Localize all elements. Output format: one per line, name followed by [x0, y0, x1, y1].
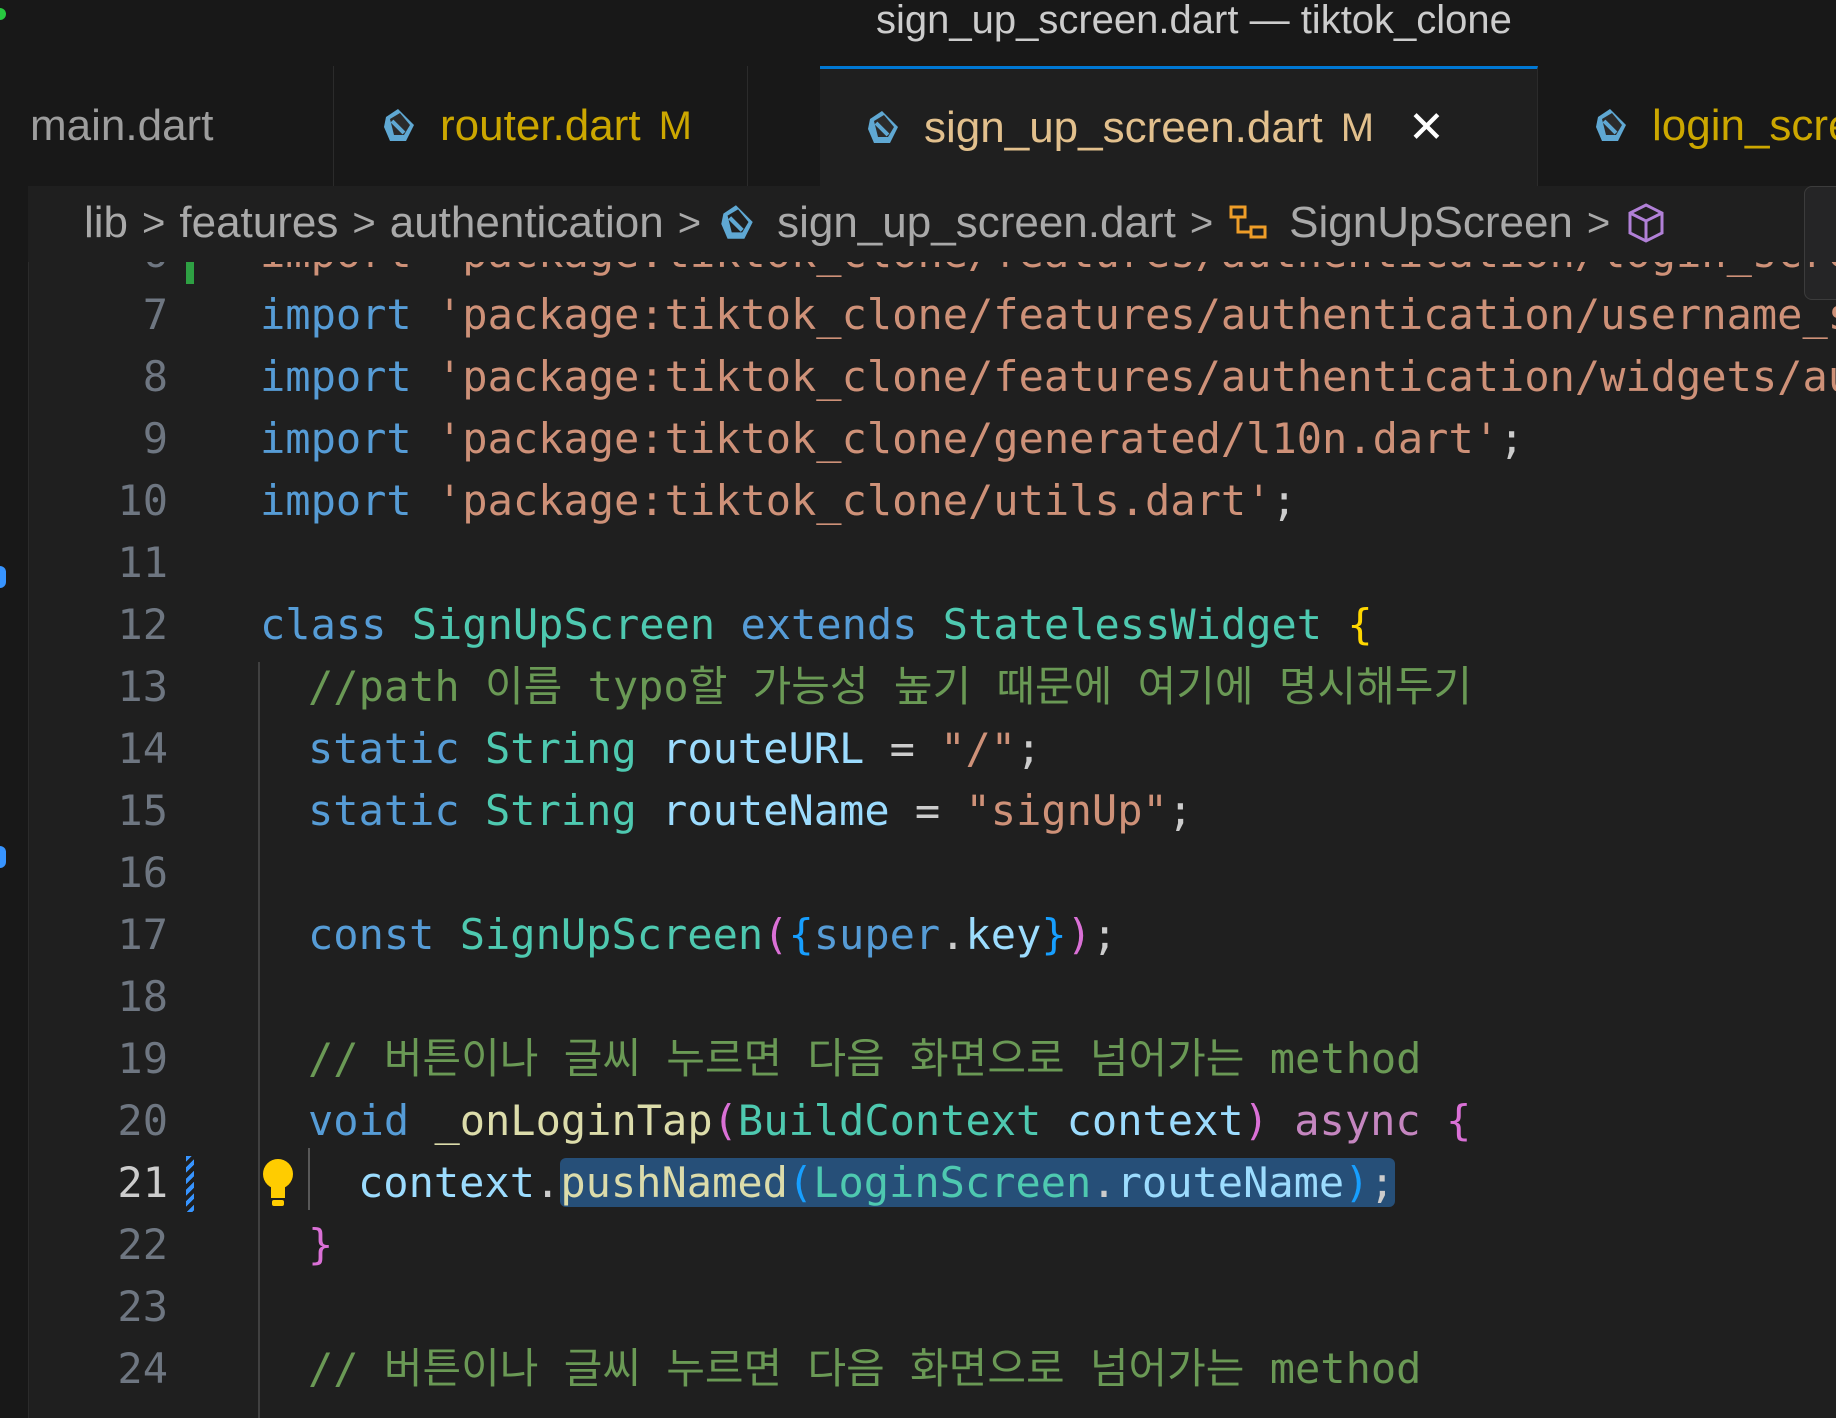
code-line: 7 import 'package:tiktok_clone/features/… — [28, 284, 1836, 346]
code-line: 22 } — [28, 1214, 1836, 1276]
code-text: import 'package:tiktok_clone/features/au… — [260, 352, 1836, 401]
code-line: 13 //path 이름 typo할 가능성 높기 때문에 여기에 명시해두기 — [28, 656, 1836, 718]
code-line: 14 static String routeURL = "/"; — [28, 718, 1836, 780]
indicator-dot — [0, 846, 6, 868]
chevron-right-icon: > — [1586, 200, 1611, 245]
code-text: const SignUpScreen({super.key}); — [308, 910, 1118, 959]
code-text: import 'package:tiktok_clone/generated/l… — [260, 414, 1525, 463]
line-number: 14 — [117, 724, 168, 773]
code-text: import 'package:tiktok_clone/utils.dart'… — [260, 476, 1297, 525]
line-number: 19 — [117, 1034, 168, 1083]
tab-router-dart[interactable]: router.dart M — [334, 66, 748, 186]
line-number: 15 — [117, 786, 168, 835]
code-text: static String routeURL = "/"; — [308, 724, 1042, 773]
breadcrumb-item-class[interactable]: SignUpScreen — [1289, 198, 1573, 248]
line-number: 11 — [117, 538, 168, 587]
tab-label: router.dart — [440, 101, 641, 150]
git-added-marker — [186, 262, 194, 284]
code-line: 16 — [28, 842, 1836, 904]
line-number: 23 — [117, 1282, 168, 1331]
chevron-right-icon: > — [1189, 200, 1214, 245]
line-number: 6 — [28, 262, 168, 284]
code-line: 23 — [28, 1276, 1836, 1338]
breadcrumb-item-authentication[interactable]: authentication — [390, 198, 664, 248]
code-line: 9 import 'package:tiktok_clone/generated… — [28, 408, 1836, 470]
breadcrumb-item-file[interactable]: sign_up_screen.dart — [777, 198, 1176, 248]
code-line: 15 static String routeName = "signUp"; — [28, 780, 1836, 842]
code-text: context.pushNamed(LoginScreen.routeName)… — [358, 1158, 1395, 1207]
line-number: 9 — [142, 414, 168, 463]
code-line: 17 const SignUpScreen({super.key}); — [28, 904, 1836, 966]
line-number: 22 — [117, 1220, 168, 1269]
tab-main-dart[interactable]: main.dart — [28, 66, 334, 186]
code-text: static String routeName = "signUp"; — [308, 786, 1194, 835]
line-number: 7 — [142, 290, 168, 339]
title-bar: sign_up_screen.dart — tiktok_clone — [0, 0, 1836, 67]
code-line: 10 import 'package:tiktok_clone/utils.da… — [28, 470, 1836, 532]
window-title: sign_up_screen.dart — tiktok_clone — [876, 0, 1512, 42]
git-modified-marker — [186, 1156, 194, 1212]
code-comment: // 버튼이나 글씨 누르면 다음 화면으로 넘어가는 method — [308, 1344, 1422, 1393]
chevron-right-icon: > — [677, 200, 702, 245]
tab-label: main.dart — [30, 101, 214, 150]
breadcrumb-item-lib[interactable]: lib — [84, 198, 128, 248]
code-line: 24 // 버튼이나 글씨 누르면 다음 화면으로 넘어가는 method — [28, 1338, 1836, 1400]
breadcrumb: lib > features > authentication > sign_u… — [28, 186, 1836, 262]
dart-file-icon — [721, 205, 753, 239]
breadcrumb-item-features[interactable]: features — [179, 198, 338, 248]
code-text: void _onLoginTap(BuildContext context) a… — [308, 1096, 1472, 1145]
code-line: 19 // 버튼이나 글씨 누르면 다음 화면으로 넘어가는 method — [28, 1028, 1836, 1090]
dart-file-icon — [868, 111, 898, 143]
code-comment: // 버튼이나 글씨 누르면 다음 화면으로 넘어가는 method — [308, 1034, 1422, 1083]
line-number: 8 — [142, 352, 168, 401]
tab-bar: main.dart router.dart M sign_up_screen.d… — [28, 66, 1836, 187]
code-text: } — [308, 1220, 334, 1269]
line-number: 16 — [117, 848, 168, 897]
chevron-right-icon: > — [142, 200, 166, 245]
dart-file-icon — [1596, 109, 1626, 141]
tab-label: sign_up_screen.dart — [924, 103, 1323, 152]
modified-badge: M — [658, 103, 692, 148]
tab-sign-up-screen-dart[interactable]: sign_up_screen.dart M ✕ — [820, 66, 1538, 187]
line-number: 20 — [117, 1096, 168, 1145]
line-number: 17 — [117, 910, 168, 959]
code-line: 8 import 'package:tiktok_clone/features/… — [28, 346, 1836, 408]
modified-badge: M — [1340, 105, 1375, 150]
window-close-dot[interactable] — [0, 8, 6, 20]
code-text: import 'package:tiktok_clone/features/au… — [260, 262, 1836, 284]
code-line: 20 void _onLoginTap(BuildContext context… — [28, 1090, 1836, 1152]
dart-file-icon — [384, 109, 414, 141]
code-line: 18 — [28, 966, 1836, 1028]
line-number: 24 — [117, 1344, 168, 1393]
code-text: import 'package:tiktok_clone/features/au… — [260, 290, 1836, 339]
code-editor[interactable]: 6 import 'package:tiktok_clone/features/… — [28, 262, 1836, 1418]
lightbulb-icon[interactable] — [260, 1156, 296, 1210]
line-number: 18 — [117, 972, 168, 1021]
line-number: 21 — [117, 1158, 168, 1207]
line-number: 13 — [117, 662, 168, 711]
code-line: 11 — [28, 532, 1836, 594]
line-number: 12 — [117, 600, 168, 649]
activity-strip — [0, 66, 29, 1418]
tab-login-screen-dart[interactable]: login_scre — [1538, 66, 1836, 186]
code-line-current: 21 context.pushNamed(LoginScreen.routeNa… — [28, 1152, 1836, 1214]
indicator-dot — [0, 566, 6, 588]
chevron-right-icon: > — [352, 200, 376, 245]
close-icon[interactable]: ✕ — [1408, 106, 1445, 150]
line-number: 10 — [117, 476, 168, 525]
code-comment: //path 이름 typo할 가능성 높기 때문에 여기에 명시해두기 — [308, 662, 1473, 711]
class-icon — [1229, 205, 1267, 239]
code-text: class SignUpScreen extends StatelessWidg… — [260, 600, 1373, 649]
code-line: 6 import 'package:tiktok_clone/features/… — [28, 262, 1836, 284]
tab-label: login_scre — [1652, 101, 1836, 150]
code-line: 12 class SignUpScreen extends StatelessW… — [28, 594, 1836, 656]
field-icon — [1628, 203, 1664, 243]
